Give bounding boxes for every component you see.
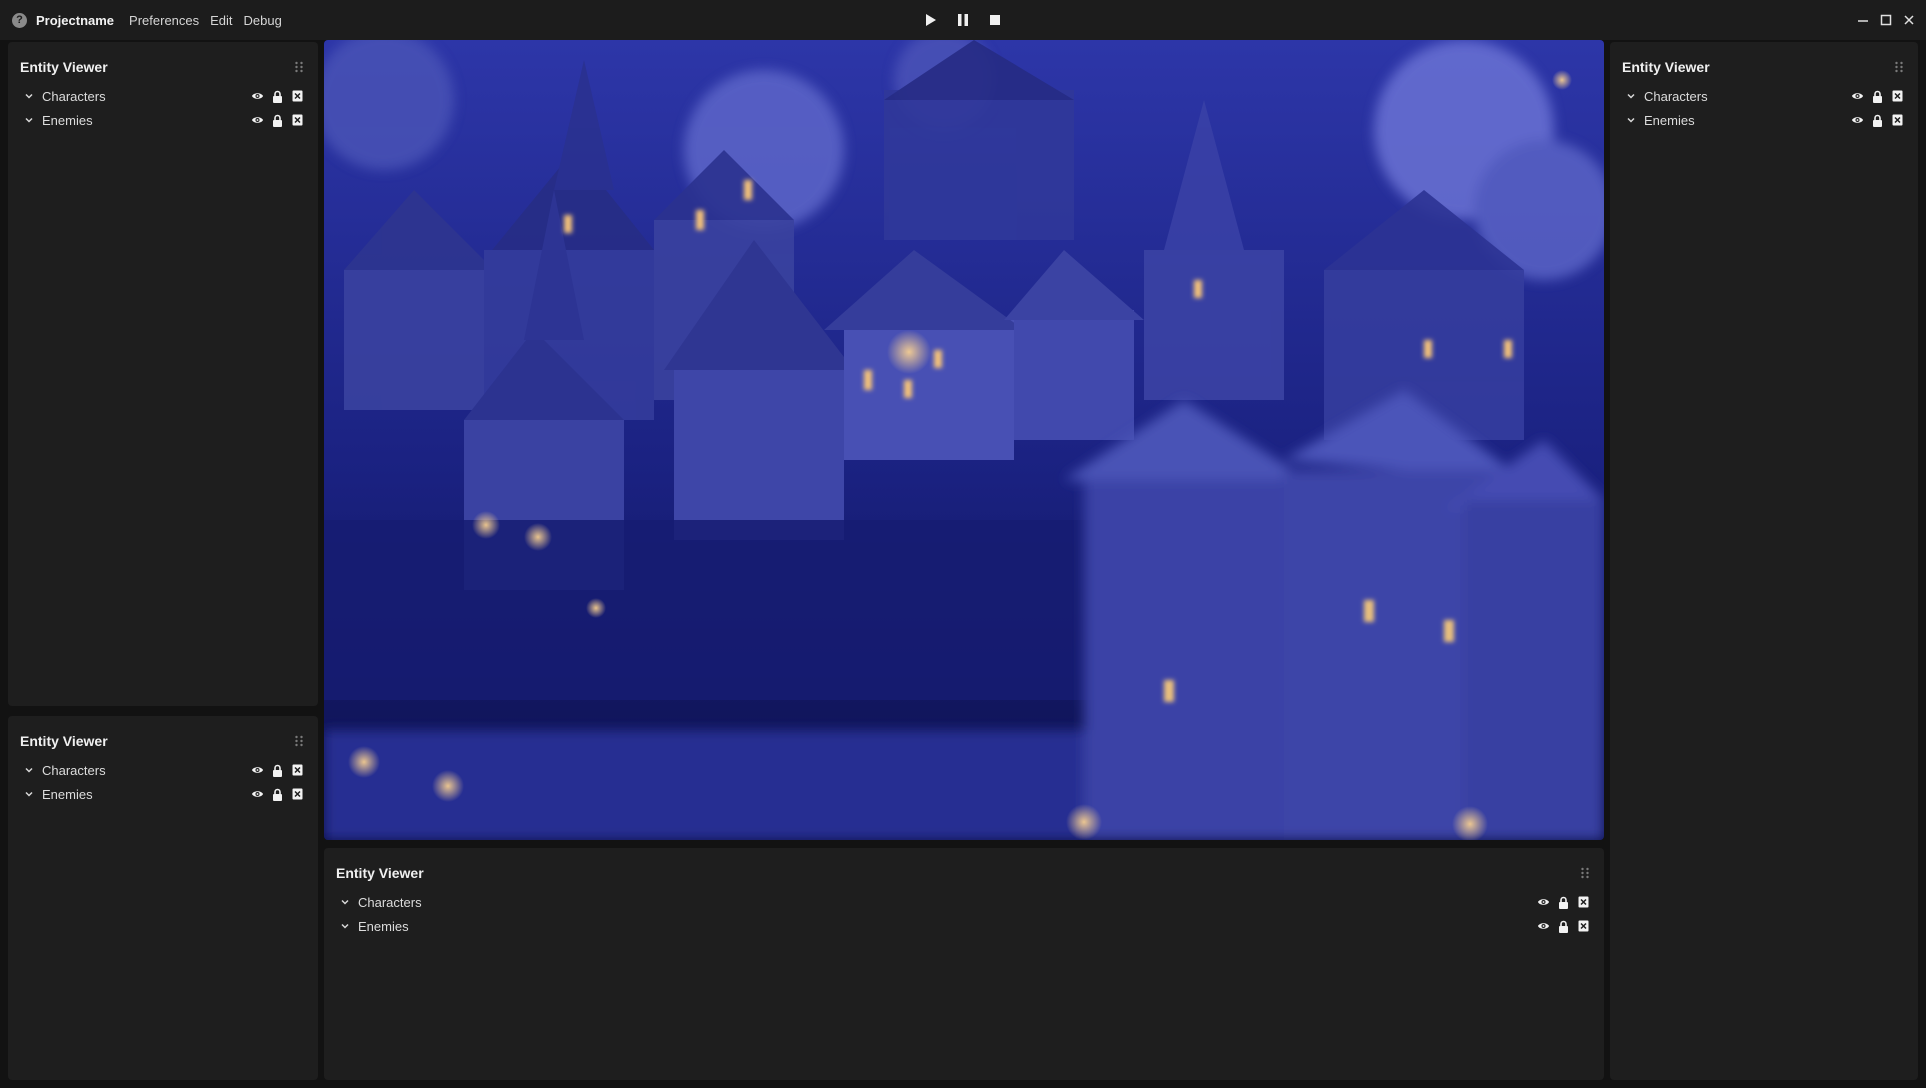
tree-row-enemies[interactable]: Enemies [1610,108,1918,132]
tree-row-label: Enemies [1644,112,1695,128]
row-actions [251,90,304,103]
row-actions [251,764,304,777]
panel-title: Entity Viewer [336,865,424,881]
maximize-button[interactable] [1879,13,1893,27]
panel-header: Entity Viewer [324,862,1604,884]
row-actions [1537,920,1590,933]
row-actions [1851,90,1904,103]
tree-row-label: Enemies [358,918,409,934]
panel-header: Entity Viewer [1610,56,1918,78]
entity-tree: Characters Enemies [1610,84,1918,132]
tree-row-characters[interactable]: Characters [8,758,318,782]
row-actions [251,114,304,127]
play-icon [926,14,936,26]
menu-preferences[interactable]: Preferences [129,13,199,28]
remove-icon[interactable] [1891,90,1904,103]
lock-icon[interactable] [1871,90,1884,103]
drag-handle-icon[interactable] [1892,60,1906,74]
app-name: Projectname [36,12,115,28]
chevron-down-icon[interactable] [338,895,352,909]
menu-edit[interactable]: Edit [210,13,232,28]
eye-icon[interactable] [251,90,264,103]
lock-icon[interactable] [1871,114,1884,127]
eye-icon[interactable] [1537,920,1550,933]
close-icon [1904,15,1914,25]
panel-header: Entity Viewer [8,730,318,752]
tree-row-label: Characters [42,762,106,778]
entity-viewer-left-top: Entity Viewer Characters Enemies [8,42,318,706]
tree-row-enemies[interactable]: Enemies [8,108,318,132]
help-icon[interactable]: ? [12,12,27,28]
drag-handle-icon[interactable] [292,60,306,74]
tree-row-characters[interactable]: Characters [324,890,1604,914]
lock-icon[interactable] [271,90,284,103]
row-actions [1851,114,1904,127]
eye-icon[interactable] [251,764,264,777]
remove-icon[interactable] [291,114,304,127]
lock-icon[interactable] [1557,920,1570,933]
panel-title: Entity Viewer [20,59,108,75]
tree-row-label: Enemies [42,112,93,128]
scene-viewport[interactable] [324,40,1604,840]
entity-viewer-left-bottom: Entity Viewer Characters Enemies [8,716,318,1080]
entity-tree: Characters Enemies [8,758,318,806]
lock-icon[interactable] [1557,896,1570,909]
tree-row-characters[interactable]: Characters [8,84,318,108]
chevron-down-icon[interactable] [1624,113,1638,127]
play-button[interactable] [923,12,939,28]
drag-handle-icon[interactable] [292,734,306,748]
chevron-down-icon[interactable] [22,763,36,777]
entity-viewer-right: Entity Viewer Characters Enemies [1610,42,1918,1080]
chevron-down-icon[interactable] [22,89,36,103]
pause-icon [958,14,968,26]
eye-icon[interactable] [251,788,264,801]
close-button[interactable] [1902,13,1916,27]
tree-row-enemies[interactable]: Enemies [324,914,1604,938]
entity-tree: Characters Enemies [324,890,1604,938]
remove-icon[interactable] [1891,114,1904,127]
tree-row-label: Characters [358,894,422,910]
tree-row-label: Enemies [42,786,93,802]
tree-row-characters[interactable]: Characters [1610,84,1918,108]
lock-icon[interactable] [271,788,284,801]
eye-icon[interactable] [251,114,264,127]
window-controls [1856,0,1916,40]
title-bar: ? Projectname Preferences Edit Debug [0,0,1926,40]
playback-controls [923,0,1003,40]
eye-icon[interactable] [1851,90,1864,103]
remove-icon[interactable] [291,788,304,801]
minimize-button[interactable] [1856,13,1870,27]
stop-button[interactable] [987,12,1003,28]
lock-icon[interactable] [271,764,284,777]
chevron-down-icon[interactable] [22,113,36,127]
entity-viewer-bottom: Entity Viewer Characters Enemies [324,848,1604,1080]
pause-button[interactable] [955,12,971,28]
remove-icon[interactable] [291,90,304,103]
row-actions [1537,896,1590,909]
eye-icon[interactable] [1537,896,1550,909]
remove-icon[interactable] [291,764,304,777]
row-actions [251,788,304,801]
remove-icon[interactable] [1577,920,1590,933]
tree-row-enemies[interactable]: Enemies [8,782,318,806]
remove-icon[interactable] [1577,896,1590,909]
panel-title: Entity Viewer [20,733,108,749]
chevron-down-icon[interactable] [22,787,36,801]
chevron-down-icon[interactable] [1624,89,1638,103]
lock-icon[interactable] [271,114,284,127]
eye-icon[interactable] [1851,114,1864,127]
panel-header: Entity Viewer [8,56,318,78]
tree-row-label: Characters [1644,88,1708,104]
stop-icon [990,15,1000,25]
drag-handle-icon[interactable] [1578,866,1592,880]
menu-bar: ? Projectname Preferences Edit Debug [12,12,284,28]
maximize-icon [1880,14,1892,26]
entity-tree: Characters Enemies [8,84,318,132]
panel-title: Entity Viewer [1622,59,1710,75]
menu-debug[interactable]: Debug [244,13,282,28]
scene-image [324,40,1604,840]
chevron-down-icon[interactable] [338,919,352,933]
tree-row-label: Characters [42,88,106,104]
minimize-icon [1858,20,1868,22]
